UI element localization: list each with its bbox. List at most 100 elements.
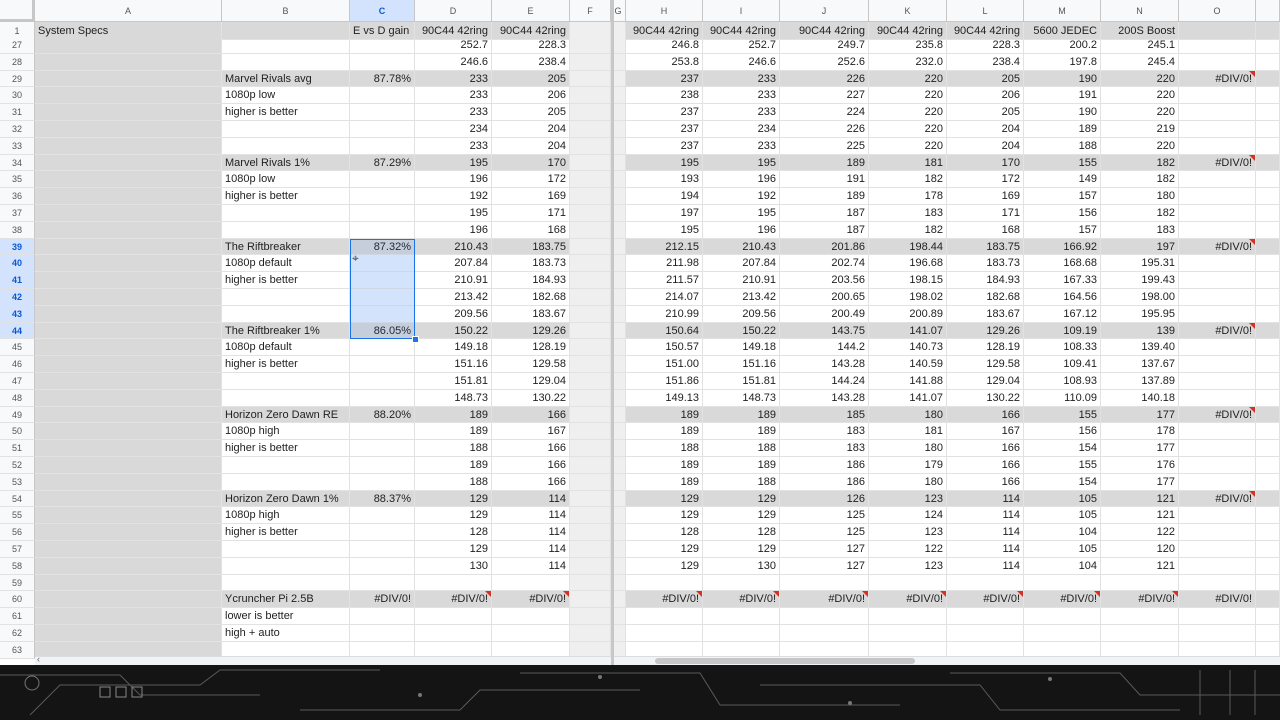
row-header[interactable]: 44 — [0, 322, 35, 340]
cell-e[interactable]: 168 — [492, 221, 570, 239]
row-header[interactable]: 45 — [0, 339, 35, 357]
cell-p[interactable] — [1256, 238, 1280, 256]
cell-l[interactable]: 205 — [947, 70, 1024, 88]
cell-b[interactable]: 1080p default — [222, 339, 350, 357]
cell-o[interactable] — [1179, 53, 1256, 71]
row-header[interactable]: 40 — [0, 255, 35, 273]
cell-c[interactable] — [350, 137, 415, 155]
cell-f[interactable] — [570, 574, 611, 592]
cell-b[interactable]: The Riftbreaker 1% — [222, 322, 350, 340]
row-header[interactable]: 41 — [0, 272, 35, 289]
cell-k[interactable]: 198.44 — [869, 238, 947, 256]
cell-o[interactable] — [1179, 121, 1256, 138]
column-header-p[interactable] — [1256, 0, 1280, 22]
cell-n[interactable]: 177 — [1101, 473, 1179, 491]
cell-j[interactable]: 185 — [780, 406, 869, 424]
cell-f[interactable] — [570, 37, 611, 54]
cell-d[interactable] — [415, 574, 492, 592]
cell-h[interactable]: 253.8 — [626, 53, 703, 71]
cell-e[interactable]: 204 — [492, 121, 570, 138]
cell-k[interactable] — [869, 625, 947, 642]
cell-o[interactable]: #DIV/0! — [1179, 154, 1256, 172]
cell-c[interactable] — [350, 37, 415, 54]
cell-o[interactable] — [1179, 37, 1256, 54]
cell-a[interactable] — [35, 473, 222, 491]
column-header-e[interactable]: E — [492, 0, 570, 22]
cell-h[interactable]: 189 — [626, 473, 703, 491]
cell-l[interactable]: 166 — [947, 406, 1024, 424]
cell-d[interactable]: 213.42 — [415, 289, 492, 306]
cell-h[interactable]: 150.64 — [626, 322, 703, 340]
cell-d[interactable]: 233 — [415, 87, 492, 105]
cell-m[interactable] — [1024, 574, 1101, 592]
cell-n[interactable]: 120 — [1101, 541, 1179, 558]
cell-m[interactable]: 105 — [1024, 541, 1101, 558]
cell-f[interactable] — [570, 356, 611, 373]
cell-e[interactable]: 166 — [492, 473, 570, 491]
cell-l[interactable] — [947, 625, 1024, 642]
cell-h[interactable]: 151.86 — [626, 373, 703, 390]
cell-m[interactable]: 157 — [1024, 221, 1101, 239]
cell-n[interactable]: 137.89 — [1101, 373, 1179, 390]
cell-p[interactable] — [1256, 507, 1280, 525]
cell-h[interactable]: 237 — [626, 121, 703, 138]
cell-b[interactable]: higher is better — [222, 440, 350, 457]
cell-f[interactable] — [570, 272, 611, 289]
cell-e[interactable]: 129.04 — [492, 373, 570, 390]
cell-k[interactable]: 123 — [869, 557, 947, 575]
cell-h[interactable]: 195 — [626, 221, 703, 239]
cell-a[interactable] — [35, 574, 222, 592]
cell-l[interactable] — [947, 574, 1024, 592]
cell-b[interactable] — [222, 389, 350, 407]
row-header[interactable]: 28 — [0, 53, 35, 71]
horizontal-scrollbar[interactable]: ‹ — [35, 654, 1280, 665]
row-header[interactable]: 34 — [0, 154, 35, 172]
cell-n[interactable]: 220 — [1101, 87, 1179, 105]
cell-c[interactable] — [350, 440, 415, 457]
cell-k[interactable]: 183 — [869, 205, 947, 222]
cell-i[interactable]: 188 — [703, 473, 780, 491]
chevron-left-icon[interactable]: ‹ — [37, 654, 40, 664]
cell-o[interactable] — [1179, 272, 1256, 289]
cell-f[interactable] — [570, 339, 611, 357]
cell-f[interactable] — [570, 121, 611, 138]
cell-i[interactable]: 233 — [703, 87, 780, 105]
cell-h[interactable]: 129 — [626, 490, 703, 508]
cell-i[interactable]: 151.16 — [703, 356, 780, 373]
cell-i[interactable]: 246.6 — [703, 53, 780, 71]
cell-m[interactable]: 156 — [1024, 205, 1101, 222]
cell-e[interactable]: 205 — [492, 104, 570, 121]
cell-p[interactable] — [1256, 541, 1280, 558]
cell-n[interactable]: 176 — [1101, 457, 1179, 474]
cell-p[interactable] — [1256, 255, 1280, 273]
cell-b[interactable] — [222, 53, 350, 71]
cell-f[interactable] — [570, 389, 611, 407]
cell-k[interactable]: 124 — [869, 507, 947, 525]
cell-k[interactable]: 178 — [869, 188, 947, 205]
cell-b[interactable] — [222, 205, 350, 222]
cell-p[interactable] — [1256, 524, 1280, 541]
cell-m[interactable]: 167.33 — [1024, 272, 1101, 289]
cell-d[interactable]: 210.91 — [415, 272, 492, 289]
cell-k[interactable]: 181 — [869, 423, 947, 441]
cell-o[interactable] — [1179, 289, 1256, 306]
cell-c[interactable] — [350, 205, 415, 222]
cell-n[interactable]: 195.95 — [1101, 305, 1179, 323]
row-header[interactable]: 31 — [0, 104, 35, 121]
cell-p[interactable] — [1256, 53, 1280, 71]
cell-a[interactable] — [35, 406, 222, 424]
cell-f[interactable] — [570, 473, 611, 491]
cell-a[interactable] — [35, 490, 222, 508]
cell-i[interactable]: 196 — [703, 171, 780, 189]
cell-b[interactable] — [222, 457, 350, 474]
cell-i[interactable]: 149.18 — [703, 339, 780, 357]
cell-e[interactable]: 129.26 — [492, 322, 570, 340]
cell-b[interactable]: 1080p low — [222, 171, 350, 189]
cell-p[interactable] — [1256, 171, 1280, 189]
cell-n[interactable]: 183 — [1101, 221, 1179, 239]
cell-h[interactable]: 129 — [626, 541, 703, 558]
cell-p[interactable] — [1256, 205, 1280, 222]
cell-k[interactable]: 182 — [869, 171, 947, 189]
cell-l[interactable]: 167 — [947, 423, 1024, 441]
cell-d[interactable]: 189 — [415, 457, 492, 474]
